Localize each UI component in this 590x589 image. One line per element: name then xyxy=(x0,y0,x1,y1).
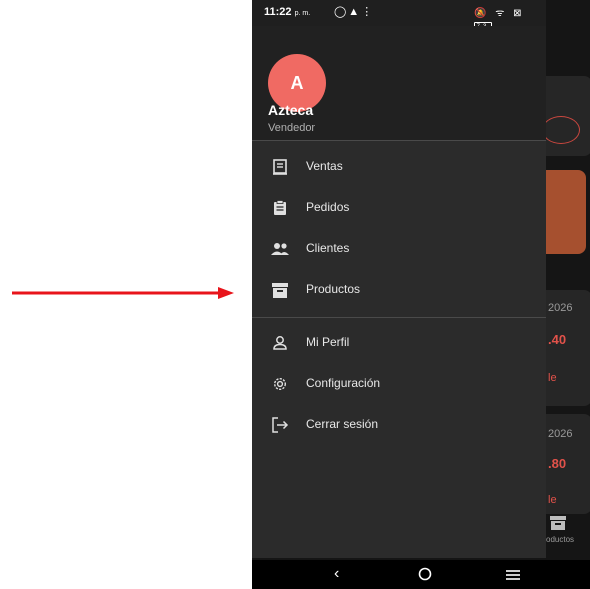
user-name: Azteca xyxy=(268,102,314,118)
back-icon[interactable]: ‹ xyxy=(334,565,339,583)
menu-label-configuracion: Configuración xyxy=(306,376,381,390)
bg-card1-link[interactable]: le xyxy=(548,372,557,384)
bg-products-nav-label: oductos xyxy=(546,535,575,544)
menu-item-configuracion[interactable]: Configuración xyxy=(252,364,546,404)
menu-item-ventas[interactable]: Ventas xyxy=(252,147,546,187)
archive-box-icon xyxy=(270,280,290,300)
menu-item-cerrar-sesion[interactable]: Cerrar sesión xyxy=(252,405,546,445)
home-icon[interactable] xyxy=(418,567,432,586)
clipboard-icon xyxy=(270,198,290,218)
recent-apps-icon[interactable] xyxy=(506,568,520,586)
menu-item-productos[interactable]: Productos xyxy=(252,270,546,310)
menu-item-pedidos[interactable]: Pedidos xyxy=(252,188,546,228)
logout-icon xyxy=(270,415,290,435)
bg-card2-year: 2026 xyxy=(548,428,573,440)
bg-card2-amount: .80 xyxy=(548,456,567,471)
menu-item-clientes[interactable]: Clientes xyxy=(252,229,546,269)
menu-label-pedidos: Pedidos xyxy=(306,200,350,214)
status-bar: 11:22 p. m. ◯▲⋮ 🔕 ᯤ ⊠ 73 xyxy=(252,0,546,32)
status-time: 11:22 p. m. xyxy=(264,6,311,18)
bg-products-nav-icon xyxy=(550,516,566,530)
annotation-arrow xyxy=(12,287,234,299)
user-role: Vendedor xyxy=(268,122,316,134)
menu-divider xyxy=(252,317,546,318)
bg-circle-button xyxy=(542,116,580,144)
menu-label-ventas: Ventas xyxy=(306,159,343,173)
gear-icon xyxy=(270,374,290,394)
menu-label-productos: Productos xyxy=(306,282,361,296)
system-nav-bar: ‹ xyxy=(252,560,590,589)
person-icon xyxy=(270,333,290,353)
menu-label-cerrar-sesion: Cerrar sesión xyxy=(306,417,379,431)
navigation-drawer: A Azteca Vendedor Ventas Pedidos Cliente… xyxy=(252,26,546,558)
header-divider xyxy=(252,140,546,141)
menu-item-mi-perfil[interactable]: Mi Perfil xyxy=(252,323,546,363)
phone-screen: 2026 .40 le 2026 .80 le oductos 11:22 p.… xyxy=(252,0,590,589)
notification-icons: ◯▲⋮ xyxy=(334,6,375,18)
bg-card1-amount: .40 xyxy=(548,332,567,347)
menu-label-clientes: Clientes xyxy=(306,241,350,255)
drawer-header: A Azteca Vendedor xyxy=(252,26,546,140)
bg-card1-year: 2026 xyxy=(548,302,573,314)
bg-card2-link[interactable]: le xyxy=(548,494,557,506)
menu-label-mi-perfil: Mi Perfil xyxy=(306,335,350,349)
people-icon xyxy=(270,239,290,259)
receipt-icon xyxy=(270,157,290,177)
